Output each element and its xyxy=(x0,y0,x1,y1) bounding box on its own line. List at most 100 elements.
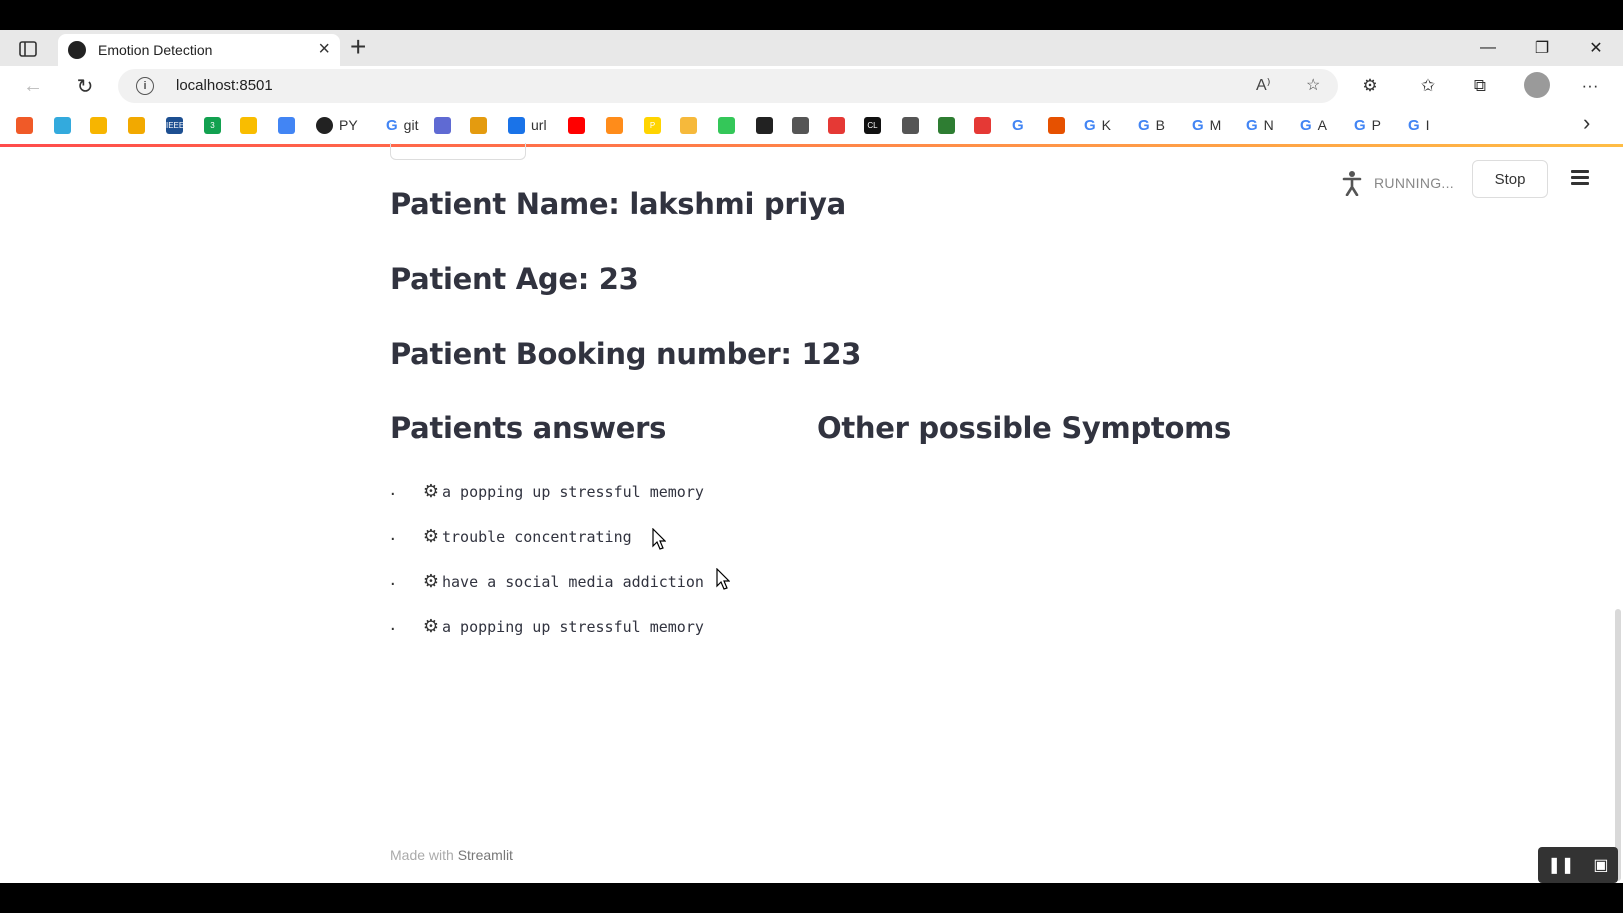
read-aloud-icon[interactable]: A⁾ xyxy=(1256,75,1271,95)
pause-icon[interactable]: ❚❚ xyxy=(1548,855,1575,875)
tab-actions-button[interactable] xyxy=(14,38,42,60)
answers-list: . ⚙ a popping up stressful memory . ⚙ tr… xyxy=(390,469,704,649)
bookmark-item[interactable]: GB xyxy=(1138,116,1165,134)
bookmark-label: I xyxy=(1425,117,1430,133)
bookmark-item[interactable] xyxy=(938,116,955,134)
bookmark-item[interactable]: G xyxy=(1012,116,1024,134)
address-bar[interactable]: i localhost:8501 A⁾ ☆ xyxy=(118,69,1338,103)
back-button[interactable]: ← xyxy=(18,72,48,100)
bookmark-item[interactable]: url xyxy=(508,116,547,134)
bookmark-item[interactable] xyxy=(718,116,735,134)
close-window-button[interactable]: ✕ xyxy=(1569,30,1623,66)
bookmark-favicon-icon xyxy=(16,116,33,134)
running-figure-icon xyxy=(1340,169,1364,197)
bookmark-item[interactable] xyxy=(792,116,809,134)
bookmark-item[interactable]: PY xyxy=(316,116,358,134)
bookmark-item[interactable]: GP xyxy=(1354,116,1381,134)
bookmark-item[interactable]: Ggit xyxy=(386,116,418,134)
footer-prefix: Made with xyxy=(390,847,454,863)
bookmark-item[interactable]: GK xyxy=(1084,116,1111,134)
footer: Made with Streamlit xyxy=(390,847,513,863)
bookmark-item[interactable] xyxy=(128,116,145,134)
bookmark-label: A xyxy=(1317,117,1328,133)
scrollbar[interactable] xyxy=(1615,609,1621,881)
google-icon: G xyxy=(1192,116,1204,134)
stop-button[interactable]: Stop xyxy=(1472,160,1548,198)
bookmark-item[interactable]: CL xyxy=(864,116,881,134)
google-icon: G xyxy=(1354,116,1366,134)
bookmark-item[interactable] xyxy=(278,116,295,134)
bookmark-item[interactable]: P xyxy=(644,116,661,134)
bookmark-item[interactable]: GN xyxy=(1246,116,1274,134)
bookmark-item[interactable] xyxy=(568,116,585,134)
info-icon[interactable]: i xyxy=(136,77,154,95)
new-tab-button[interactable]: + xyxy=(350,32,366,62)
bookmark-item[interactable] xyxy=(974,116,991,134)
google-icon: G xyxy=(1246,116,1258,134)
bookmark-item[interactable] xyxy=(90,116,107,134)
bookmark-label: B xyxy=(1155,117,1166,133)
bookmark-item[interactable] xyxy=(1048,116,1065,134)
streamlit-link[interactable]: Streamlit xyxy=(458,847,513,863)
bookmark-item[interactable]: IEEE xyxy=(166,116,184,134)
bookmark-item[interactable] xyxy=(16,116,33,134)
bottom-black-bar xyxy=(0,883,1623,913)
extensions-icon[interactable]: ⚙ xyxy=(1356,72,1384,100)
favorites-icon[interactable]: ✩ xyxy=(1414,72,1442,100)
bookmark-favicon-icon xyxy=(974,116,991,134)
google-icon: G xyxy=(1408,116,1420,134)
answer-text: trouble concentrating xyxy=(442,527,632,546)
bookmark-item[interactable] xyxy=(606,116,623,134)
bookmark-favicon-icon xyxy=(434,116,451,134)
bookmark-item[interactable]: 3 xyxy=(204,116,221,134)
restore-button[interactable]: ❐ xyxy=(1515,30,1569,66)
bookmark-item[interactable]: GI xyxy=(1408,116,1430,134)
collections-icon[interactable]: ⧉ xyxy=(1466,72,1494,100)
bookmark-item[interactable] xyxy=(434,116,451,134)
bookmark-favicon-icon xyxy=(1048,116,1065,134)
bookmark-favicon-icon xyxy=(278,116,295,134)
bookmarks-bar: IEEE 3 PY Ggit url P CL G G K G B G M G N G A G P G I xyxy=(0,106,1623,144)
github-icon xyxy=(316,116,333,134)
bookmark-favicon-icon: CL xyxy=(864,116,881,134)
bookmark-item[interactable] xyxy=(828,116,845,134)
bookmark-favicon-icon xyxy=(680,116,697,134)
window-controls: — ❐ ✕ xyxy=(1461,30,1623,66)
gear-icon: ⚙ xyxy=(422,616,440,636)
bookmark-favicon-icon xyxy=(902,116,919,134)
bookmark-favicon-icon xyxy=(470,116,487,134)
close-tab-icon[interactable]: × xyxy=(318,38,330,61)
bookmark-favicon-icon xyxy=(606,116,623,134)
minimize-button[interactable]: — xyxy=(1461,30,1515,66)
bookmark-label: PY xyxy=(339,117,358,133)
bookmark-item[interactable] xyxy=(756,116,773,134)
more-options-icon[interactable]: ··· xyxy=(1576,72,1604,100)
bookmark-item[interactable] xyxy=(54,116,71,134)
bullet: . xyxy=(390,522,396,545)
url-text: localhost:8501 xyxy=(176,77,273,94)
patient-booking-heading: Patient Booking number: 123 xyxy=(390,337,862,371)
bookmark-item[interactable] xyxy=(470,116,487,134)
add-favorite-icon[interactable]: ☆ xyxy=(1306,75,1320,95)
picture-in-picture-icon[interactable]: ▣ xyxy=(1593,855,1608,875)
google-icon: G xyxy=(1138,116,1150,134)
bookmark-label: git xyxy=(403,117,419,133)
bookmark-item[interactable]: GA xyxy=(1300,116,1327,134)
bookmark-item[interactable]: GM xyxy=(1192,116,1221,134)
gear-icon: ⚙ xyxy=(422,526,440,546)
streamlit-favicon-icon xyxy=(68,41,86,59)
answers-heading: Patients answers xyxy=(390,411,667,445)
tab-emotion-detection[interactable]: Emotion Detection × xyxy=(58,34,340,66)
bookmark-item[interactable] xyxy=(902,116,919,134)
profile-avatar[interactable] xyxy=(1524,72,1550,98)
refresh-button[interactable]: ↻ xyxy=(70,72,100,100)
bullet: . xyxy=(390,567,396,590)
bookmark-item[interactable] xyxy=(240,116,257,134)
bookmark-label: K xyxy=(1101,117,1112,133)
hamburger-menu-icon[interactable] xyxy=(1567,167,1593,191)
bullet: . xyxy=(390,477,396,500)
bookmark-favicon-icon xyxy=(508,116,525,134)
bookmarks-more-chevron-icon[interactable]: › xyxy=(1583,110,1590,136)
bookmark-item[interactable] xyxy=(680,116,697,134)
running-status: RUNNING... xyxy=(1340,169,1454,197)
